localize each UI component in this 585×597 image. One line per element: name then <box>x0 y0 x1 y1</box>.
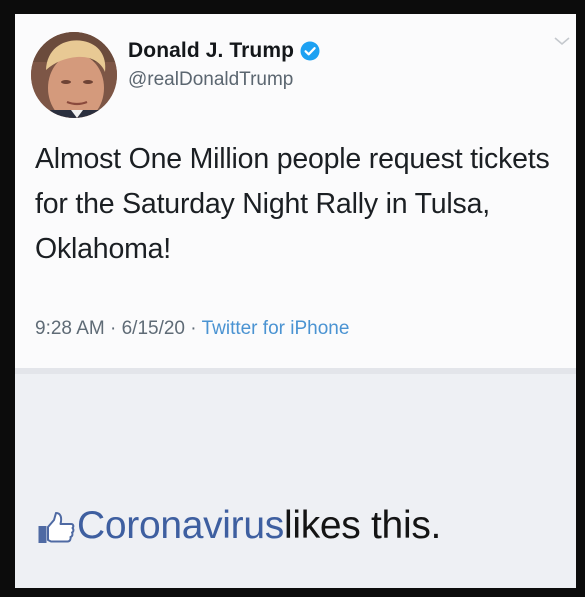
like-subject-link[interactable]: Coronavirus <box>77 504 284 548</box>
screenshot-frame: Donald J. Trump @realDonaldTrump Almost … <box>15 14 576 588</box>
tweet-meta: 9:28 AM · 6/15/20 · Twitter for iPhone <box>35 318 349 340</box>
verified-badge-icon <box>300 41 320 61</box>
tweet-date[interactable]: 6/15/20 <box>122 318 185 339</box>
meta-separator: · <box>110 318 122 339</box>
meta-separator: · <box>190 318 202 339</box>
thumbs-up-icon[interactable] <box>37 511 75 545</box>
tweet-time[interactable]: 9:28 AM <box>35 318 105 339</box>
tweet-source[interactable]: Twitter for iPhone <box>202 318 350 339</box>
tweet-text: Almost One Million people request ticket… <box>35 143 550 265</box>
like-text: likes this. <box>283 504 442 547</box>
profile-photo-icon <box>31 32 117 118</box>
chevron-down-icon[interactable] <box>552 34 572 48</box>
avatar[interactable] <box>31 32 117 118</box>
display-name[interactable]: Donald J. Trump <box>128 39 294 63</box>
name-row: Donald J. Trump <box>128 37 320 65</box>
divider <box>15 368 576 374</box>
like-row: Coronavirus likes this. <box>37 504 441 548</box>
user-handle[interactable]: @realDonaldTrump <box>128 69 293 91</box>
tweet-card: Donald J. Trump @realDonaldTrump Almost … <box>15 14 576 368</box>
